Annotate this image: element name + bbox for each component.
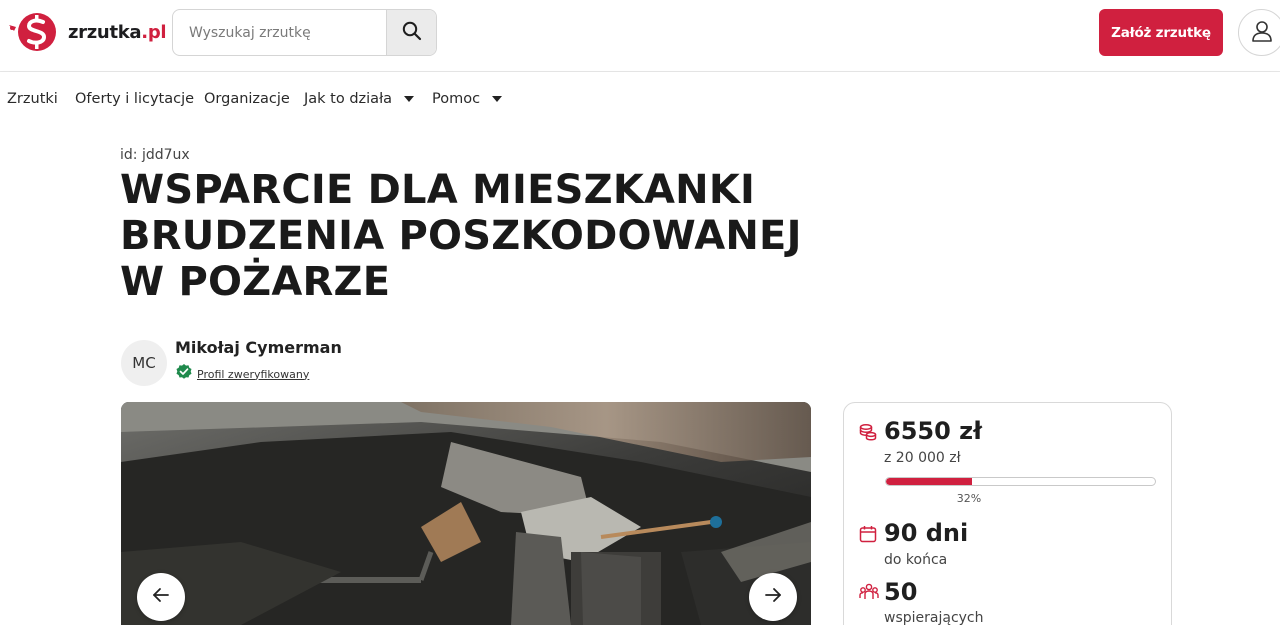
user-icon <box>1250 19 1274 47</box>
create-fundraiser-button[interactable]: Załóż zrzutkę <box>1099 9 1223 56</box>
fundraiser-photo <box>121 402 811 625</box>
calendar-icon <box>859 525 877 547</box>
user-account-button[interactable] <box>1238 9 1280 56</box>
nav-item-offers[interactable]: Oferty i licytacje <box>75 91 194 107</box>
verified-profile-link[interactable]: Profil zweryfikowany <box>197 368 309 381</box>
people-icon <box>859 583 879 605</box>
days-left-label: do końca <box>884 552 948 568</box>
search-icon <box>402 21 422 45</box>
site-header: zrzutka.pl Załóż zrzutkę <box>0 0 1280 72</box>
chevron-down-icon <box>404 96 415 102</box>
progress-percent: 32% <box>956 492 982 505</box>
gallery-next-button[interactable] <box>749 573 797 621</box>
fundraiser-id: id: jdd7ux <box>120 147 190 163</box>
backers-label: wspierających <box>884 610 984 625</box>
backers-count: 50 <box>884 578 918 606</box>
verified-badge-icon <box>175 363 193 385</box>
fundraiser-stats-card: 6550 zł z 20 000 zł 32% 90 dni do końca … <box>843 402 1172 625</box>
gallery-prev-button[interactable] <box>137 573 185 621</box>
nav-item-how-it-works[interactable]: Jak to działa <box>304 91 415 107</box>
arrow-left-icon <box>151 585 171 609</box>
days-left: 90 dni <box>884 519 969 547</box>
piggy-bank-logo-icon <box>6 11 62 53</box>
coins-icon <box>859 423 877 445</box>
main-nav: Zrzutki Oferty i licytacje Organizacje J… <box>0 72 1280 130</box>
photo-gallery[interactable] <box>121 402 811 625</box>
verified-profile: Profil zweryfikowany <box>175 363 309 385</box>
nav-item-organizations[interactable]: Organizacje <box>204 91 290 107</box>
search-box <box>172 9 437 56</box>
logo-text: zrzutka.pl <box>68 21 167 43</box>
nav-item-zrzutki[interactable]: Zrzutki <box>7 91 58 107</box>
avatar[interactable]: MC <box>121 340 167 386</box>
arrow-right-icon <box>763 585 783 609</box>
goal-amount: z 20 000 zł <box>884 450 961 466</box>
logo[interactable]: zrzutka.pl <box>6 11 167 53</box>
search-input[interactable] <box>173 10 387 55</box>
page-title: WSPARCIE DLA MIESZKANKI BRUDZENIA POSZKO… <box>120 167 802 305</box>
amount-raised: 6550 zł <box>884 417 983 445</box>
chevron-down-icon <box>492 96 503 102</box>
progress-bar <box>885 477 1156 486</box>
author-name[interactable]: Mikołaj Cymerman <box>175 338 342 357</box>
nav-item-help[interactable]: Pomoc <box>432 91 503 107</box>
progress-bar-fill <box>886 478 973 485</box>
search-button[interactable] <box>386 10 436 55</box>
